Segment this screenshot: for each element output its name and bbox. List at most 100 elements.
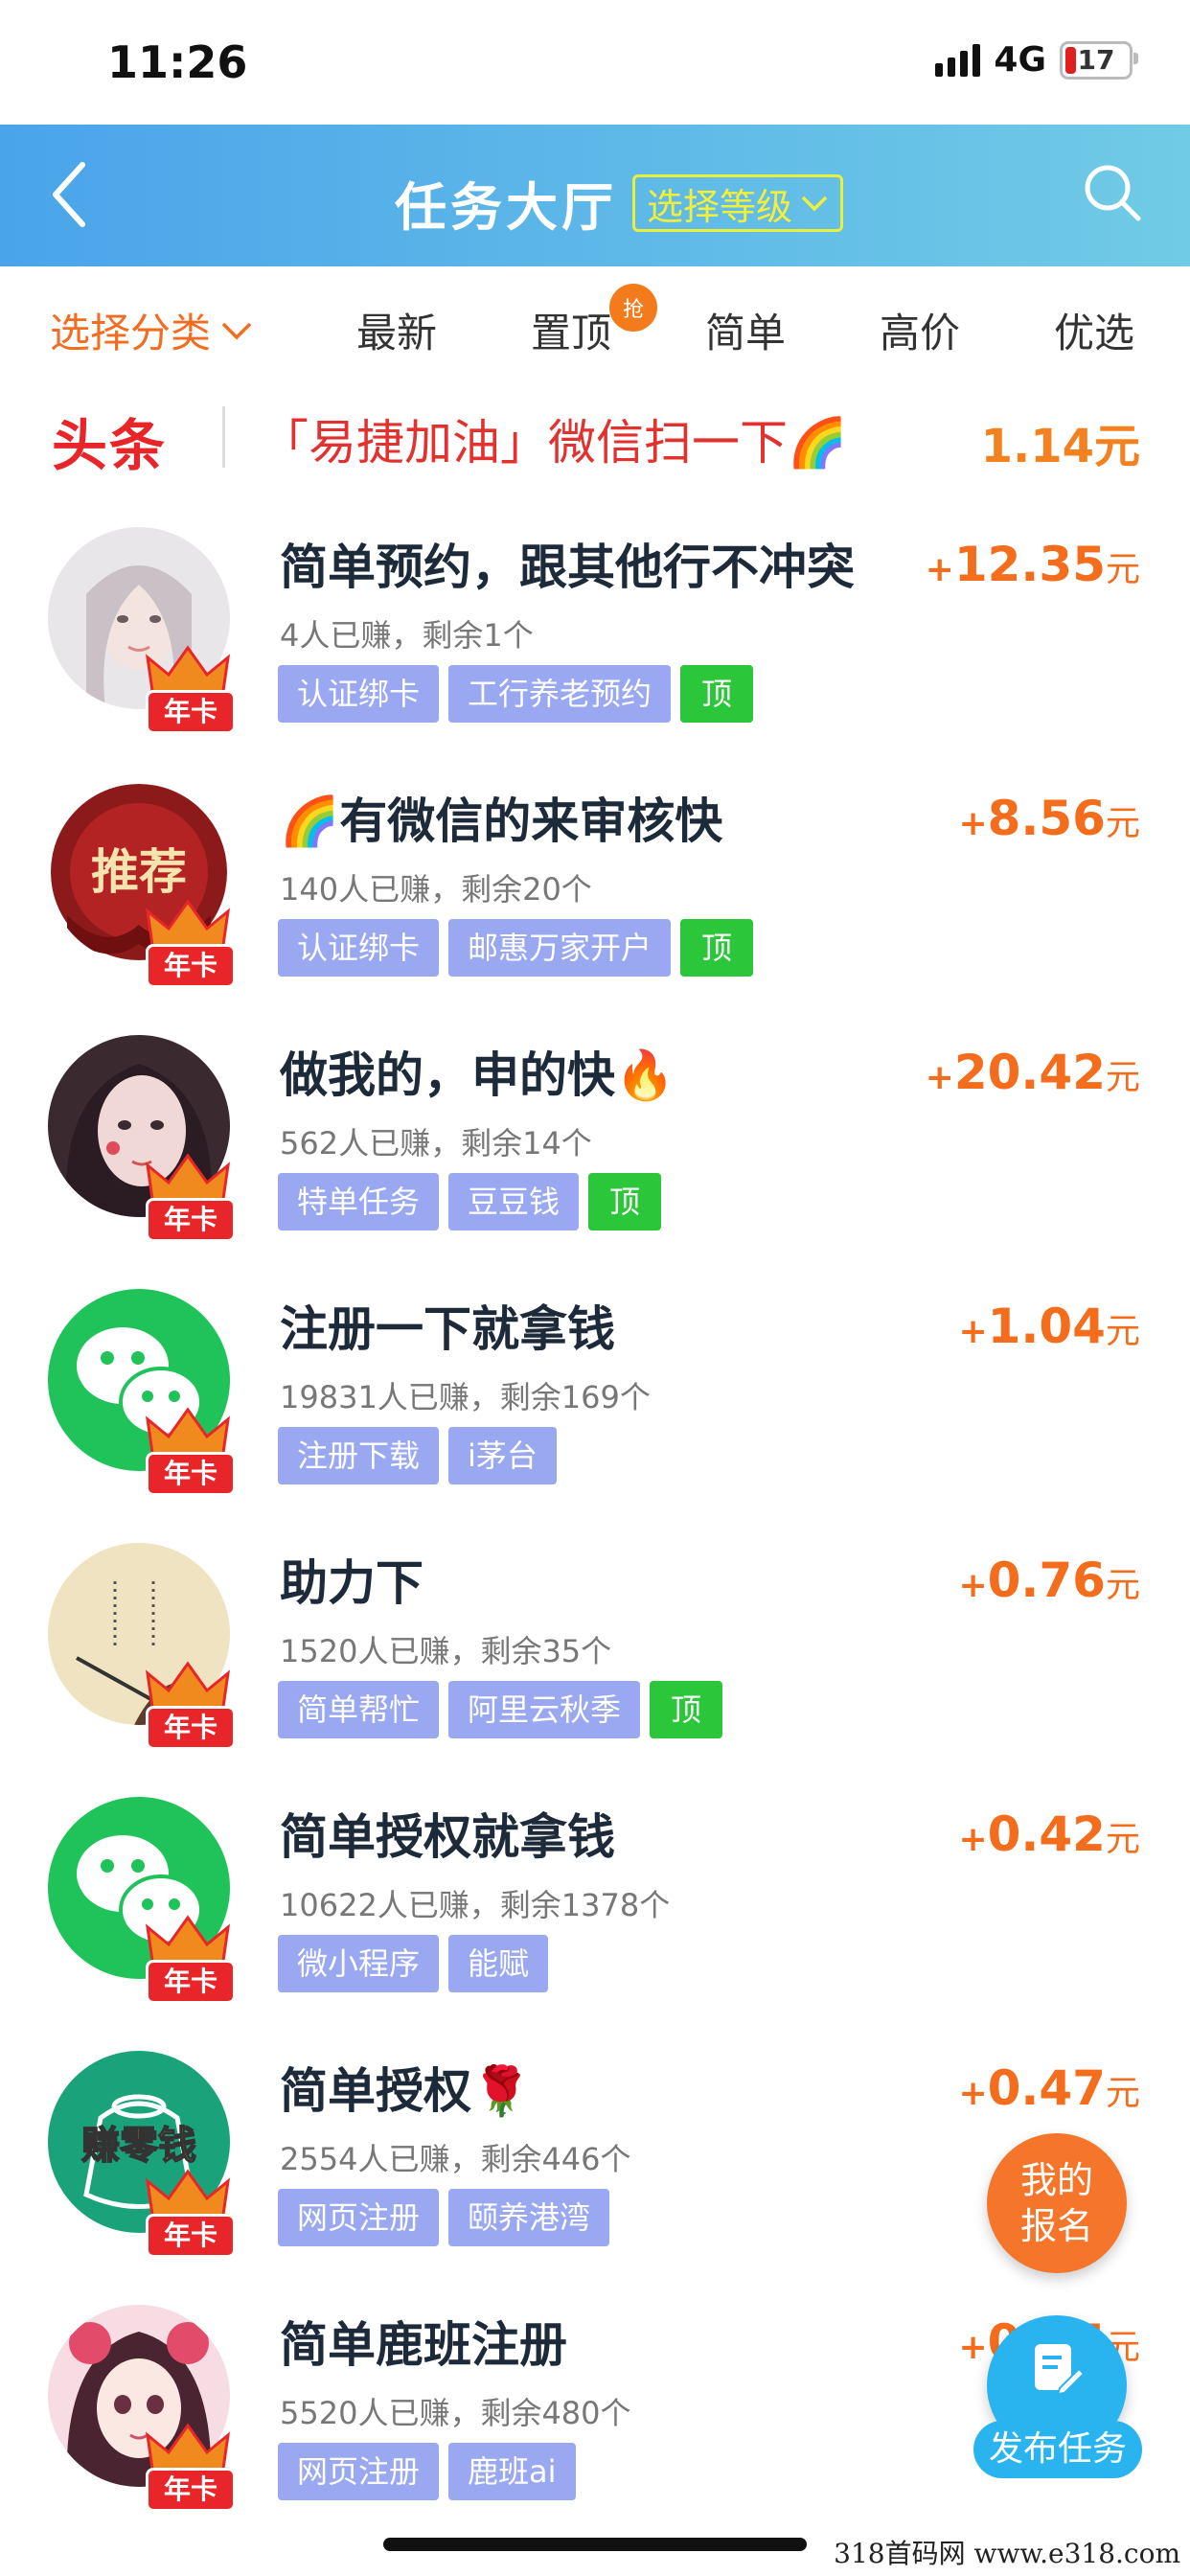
annual-card-badge: 年卡 [144, 2168, 236, 2258]
task-item[interactable]: 推荐 年卡 🌈有微信的来审核快 140人已赚，剩余20个 认证绑卡 邮惠万家开户… [0, 781, 1190, 1035]
top-tag: 顶 [680, 919, 754, 977]
headline-banner[interactable]: 头条 「易捷加油」微信扫一下🌈 1.14元 [0, 393, 1190, 498]
annual-card-badge: 年卡 [144, 2422, 236, 2512]
select-level-button[interactable]: 选择等级 [632, 174, 844, 232]
task-title: 做我的，申的快🔥 [280, 1047, 675, 1103]
annual-card-label: 年卡 [146, 944, 236, 988]
headline-tag: 头条 [52, 413, 168, 478]
task-price: +12.35元 [926, 537, 1140, 592]
page-title: 任务大厅 [395, 177, 617, 238]
price-plus: + [958, 1312, 988, 1351]
tab-simple[interactable]: 简单 [705, 301, 786, 359]
task-tags: 简单帮忙 阿里云秋季 顶 [278, 1681, 723, 1738]
status-bar: 11:26 4G 17 [0, 0, 1190, 125]
price-value: 0.42 [987, 1806, 1106, 1862]
price-unit: 元 [1105, 1566, 1140, 1605]
price-unit: 元 [1105, 2074, 1140, 2113]
search-icon[interactable] [1083, 163, 1142, 222]
task-meta: 562人已赚，剩余14个 [280, 1125, 592, 1162]
price-plus: + [958, 804, 988, 843]
tab-high-price[interactable]: 高价 [880, 301, 960, 359]
publish-task-label[interactable]: 发布任务 [973, 2421, 1142, 2478]
task-meta: 4人已赚，剩余1个 [280, 617, 534, 654]
task-tags: 认证绑卡 邮惠万家开户 顶 [278, 919, 754, 977]
task-tag: 特单任务 [278, 1173, 440, 1230]
my-applications-button[interactable]: 我的 报名 [987, 2133, 1127, 2273]
task-tags: 网页注册 颐养港湾 [278, 2189, 610, 2246]
network-label: 4G [994, 40, 1046, 80]
task-tag: 鹿班ai [448, 2443, 576, 2500]
task-meta: 19831人已赚，剩余169个 [280, 1379, 651, 1415]
price-unit: 元 [1105, 1058, 1140, 1097]
task-tags: 微小程序 能赋 [278, 1935, 549, 1992]
task-meta: 140人已赚，剩余20个 [280, 871, 592, 908]
avatar-text: 赚零钱 [81, 2124, 196, 2168]
tab-latest[interactable]: 最新 [356, 301, 437, 359]
headline-price: 1.14元 [980, 420, 1140, 473]
task-tag: 网页注册 [278, 2443, 440, 2500]
price-value: 20.42 [953, 1045, 1106, 1100]
avatar-text: 推荐 [91, 843, 187, 900]
signal-icon [935, 43, 981, 77]
status-time: 11:26 [107, 36, 248, 88]
battery-icon: 17 [1060, 40, 1138, 80]
price-unit: 元 [1105, 550, 1140, 589]
task-title: 🌈有微信的来审核快 [280, 794, 723, 849]
task-tag: 颐养港湾 [448, 2189, 610, 2246]
task-item[interactable]: 年卡 助力下 1520人已赚，剩余35个 简单帮忙 阿里云秋季 顶 +0.76元 [0, 1543, 1190, 1797]
headline-text: 「易捷加油」微信扫一下🌈 [261, 415, 848, 471]
annual-card-label: 年卡 [146, 2468, 236, 2512]
task-item[interactable]: 年卡 简单预约，跟其他行不冲突 4人已赚，剩余1个 认证绑卡 工行养老预约 顶 … [0, 527, 1190, 781]
price-value: 1.04 [987, 1299, 1106, 1354]
filter-tabs: 选择分类 最新 置顶 抢 简单 高价 优选 [0, 266, 1190, 387]
top-tag: 顶 [680, 665, 754, 723]
price-plus: + [958, 1820, 988, 1859]
price-value: 0.76 [987, 1552, 1106, 1608]
price-plus: + [958, 1566, 988, 1605]
task-title: 助力下 [280, 1555, 423, 1611]
status-right: 4G 17 [935, 40, 1138, 80]
price-unit: 元 [1105, 1820, 1140, 1859]
task-tag: 工行养老预约 [448, 665, 672, 723]
annual-card-label: 年卡 [146, 1960, 236, 2004]
task-item[interactable]: 年卡 注册一下就拿钱 19831人已赚，剩余169个 注册下载 i茅台 +1.0… [0, 1289, 1190, 1543]
task-item[interactable]: 年卡 简单授权就拿钱 10622人已赚，剩余1378个 微小程序 能赋 +0.4… [0, 1797, 1190, 2051]
tab-top[interactable]: 置顶 [531, 301, 611, 359]
tab-featured[interactable]: 优选 [1054, 301, 1134, 359]
task-tag: 微小程序 [278, 1935, 440, 1992]
task-title: 简单授权🌹 [280, 2063, 532, 2119]
price-unit: 元 [1105, 804, 1140, 843]
annual-card-badge: 年卡 [144, 1660, 236, 1750]
price-value: 12.35 [953, 537, 1106, 592]
task-tag: 注册下载 [278, 1427, 440, 1484]
task-price: +8.56元 [958, 791, 1140, 846]
task-tag: 认证绑卡 [278, 665, 440, 723]
task-tags: 认证绑卡 工行养老预约 顶 [278, 665, 754, 723]
home-indicator [383, 2538, 807, 2551]
annual-card-label: 年卡 [146, 1198, 236, 1242]
battery-level: 17 [1077, 44, 1115, 76]
tab-select-category[interactable]: 选择分类 [50, 301, 253, 359]
task-tags: 注册下载 i茅台 [278, 1427, 557, 1484]
price-unit: 元 [1105, 1312, 1140, 1351]
task-tag: 认证绑卡 [278, 919, 440, 977]
annual-card-label: 年卡 [146, 1706, 236, 1750]
task-tag: i茅台 [448, 1427, 557, 1484]
task-title: 简单预约，跟其他行不冲突 [280, 540, 855, 595]
price-plus: + [925, 1058, 954, 1097]
task-meta: 10622人已赚，剩余1378个 [280, 1887, 671, 1923]
annual-card-badge: 年卡 [144, 1914, 236, 2004]
task-price: +1.04元 [958, 1299, 1140, 1354]
task-price: +0.42元 [958, 1806, 1140, 1862]
annual-card-badge: 年卡 [144, 898, 236, 988]
task-title: 注册一下就拿钱 [280, 1301, 615, 1357]
chevron-down-icon [221, 322, 252, 339]
edit-document-icon [1035, 2344, 1085, 2396]
task-item[interactable]: 年卡 做我的，申的快🔥 562人已赚，剩余14个 特单任务 豆豆钱 顶 +20.… [0, 1035, 1190, 1289]
task-tag: 简单帮忙 [278, 1681, 440, 1738]
task-tag: 豆豆钱 [448, 1173, 580, 1230]
back-arrow-icon[interactable] [50, 161, 88, 228]
task-tag: 邮惠万家开户 [448, 919, 672, 977]
price-value: 0.47 [987, 2060, 1106, 2116]
task-tags: 网页注册 鹿班ai [278, 2443, 576, 2500]
